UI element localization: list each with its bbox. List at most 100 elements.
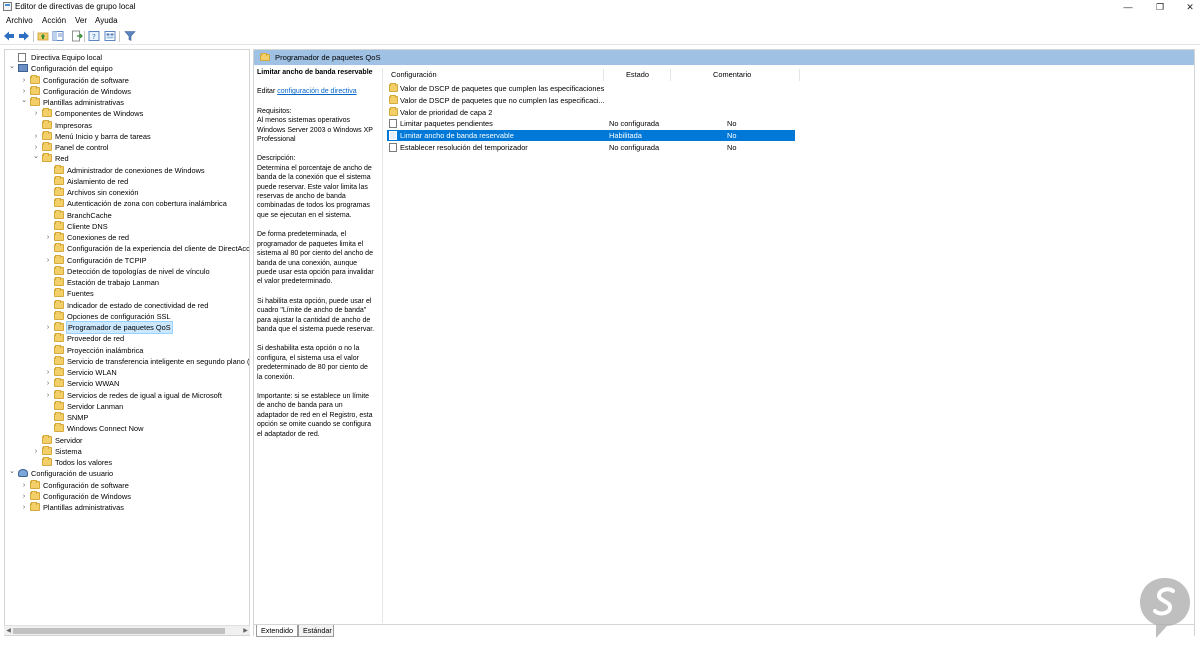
tree-item[interactable]: › Configuración de TCPIP [5,254,249,266]
setting-row[interactable]: Limitar paquetes pendientes No configurad… [387,118,795,129]
tree-item[interactable]: Autenticación de zona con cobertura inal… [5,198,249,209]
setting-row[interactable]: Establecer resolución del temporizador No… [387,142,795,153]
chevron-right-icon[interactable]: › [32,446,40,457]
folder-icon [30,490,40,500]
up-folder-icon[interactable] [37,30,49,42]
tree-item[interactable]: Servidor [5,434,249,446]
tree-item[interactable]: SNMP [5,412,249,423]
tree-item[interactable]: › Programador de paquetes QoS [5,321,249,334]
column-header-state[interactable]: Estado [626,68,649,81]
folder-icon [54,355,64,365]
tree-item[interactable]: Opciones de configuración SSL [5,310,249,322]
tree-item[interactable]: › Conexiones de red [5,232,249,243]
tree-item[interactable]: › Configuración de Windows [5,490,249,502]
computer-icon [18,64,28,73]
tree-item[interactable]: BranchCache [5,209,249,221]
tree-item-label: Servicio WWAN [67,379,120,389]
menu-ver[interactable]: Ver [75,16,87,25]
chevron-right-icon[interactable]: › [32,108,40,119]
tree-item[interactable]: › Servicios de redes de igual a igual de … [5,389,249,401]
tree-item-label: Servicio WLAN [67,368,117,377]
scrollbar-thumb[interactable] [13,628,225,634]
tree-item[interactable]: Proyección inalámbrica [5,344,249,356]
details-pane: Programador de paquetes QoS Limitar anch… [253,49,1195,637]
tree-item[interactable]: Servicio de transferencia inteligente en… [5,355,249,367]
tree-item[interactable]: › Menú Inicio y barra de tareas [5,130,249,142]
tree-item[interactable]: Aislamiento de red [5,175,249,187]
tree-item[interactable]: Servidor Lanman [5,400,249,412]
chevron-down-icon[interactable]: ⌄ [32,151,40,162]
tree-item[interactable]: › Configuración de software [5,479,249,491]
setting-name: Limitar paquetes pendientes [400,119,493,129]
column-header-comment[interactable]: Comentario [713,68,751,81]
tree-item-label: Menú Inicio y barra de tareas [55,131,151,141]
chevron-right-icon[interactable]: › [44,255,52,266]
properties-icon[interactable] [104,30,116,42]
chevron-right-icon[interactable]: › [20,480,28,491]
tree-item[interactable]: Windows Connect Now [5,423,249,434]
chevron-down-icon[interactable]: ⌄ [8,466,16,477]
tree-item[interactable]: Detección de topologías de nivel de vínc… [5,265,249,277]
filter-icon[interactable] [124,30,136,42]
show-hide-tree-icon[interactable] [52,30,64,42]
export-list-icon[interactable] [71,30,83,42]
tree-item[interactable]: Estación de trabajo Lanman [5,277,249,288]
chevron-right-icon[interactable]: › [44,322,52,333]
setting-row[interactable]: Valor de prioridad de capa 2 [387,106,795,118]
tree-item[interactable]: Todos los valores [5,457,249,468]
minimize-button[interactable]: — [1113,0,1143,14]
description-line: banda de una conexión, aunque [257,259,358,267]
forward-arrow-icon[interactable] [18,30,30,42]
tree-item[interactable]: Indicador de estado de conectividad de r… [5,299,249,311]
help-icon[interactable]: ? [88,30,100,42]
tree-item[interactable]: ⌄ Plantillas administrativas [5,97,249,108]
chevron-down-icon[interactable]: ⌄ [8,61,16,72]
chevron-right-icon[interactable]: › [44,390,52,401]
setting-row[interactable]: Valor de DSCP de paquetes que cumplen la… [387,83,795,94]
tree-item[interactable]: › Configuración de Windows [5,85,249,97]
chevron-right-icon[interactable]: › [44,378,52,389]
chevron-right-icon[interactable]: › [20,502,28,513]
tree-item[interactable]: ⌄ Red [5,153,249,164]
setting-row[interactable]: Limitar ancho de banda reservable Habilit… [387,130,795,142]
tree-item[interactable]: Fuentes [5,288,249,299]
tree-item[interactable]: › Servicio WWAN [5,378,249,389]
back-arrow-icon[interactable] [3,30,15,42]
tab-estandar[interactable]: Estándar [298,625,334,637]
tree-item[interactable]: Archivos sin conexión [5,187,249,198]
policy-tree[interactable]: Directiva Equipo local ⌄ Configuración del… [4,49,250,636]
chevron-right-icon[interactable]: › [32,131,40,142]
tree-item[interactable]: Impresoras [5,119,249,131]
menu-accion[interactable]: Acción [42,16,66,25]
chevron-right-icon[interactable]: › [44,367,52,378]
scroll-right-icon[interactable]: ▶ [241,626,250,636]
tree-item[interactable]: › Configuración de software [5,74,249,86]
menu-ayuda[interactable]: Ayuda [95,16,118,25]
chevron-right-icon[interactable]: › [20,75,28,86]
tree-item[interactable]: Cliente DNS [5,220,249,232]
maximize-button[interactable]: ❐ [1145,0,1175,14]
tab-extendido[interactable]: Extendido [256,625,298,637]
tree-item[interactable]: › Panel de control [5,142,249,153]
tree-item[interactable]: › Servicio WLAN [5,367,249,378]
tree-item[interactable]: Directiva Equipo local [5,52,249,63]
chevron-right-icon[interactable]: › [44,232,52,243]
tree-item[interactable]: ⌄ Configuración de usuario [5,468,249,479]
tree-item[interactable]: › Sistema [5,445,249,457]
tree-item[interactable]: › Componentes de Windows [5,108,249,119]
tree-horizontal-scrollbar[interactable]: ◀ ▶ [4,625,250,635]
tree-item[interactable]: Configuración de la experiencia del clie… [5,243,249,254]
close-button[interactable]: ✕ [1175,0,1200,14]
column-header-config[interactable]: Configuración [391,68,437,81]
description-line: Determina el porcentaje de ancho de [257,164,372,172]
tree-item[interactable]: ⌄ Configuración del equipo [5,63,249,74]
menu-archivo[interactable]: Archivo [6,16,33,25]
scroll-left-icon[interactable]: ◀ [4,626,13,636]
edit-policy-link[interactable]: configuración de directiva [277,88,356,95]
setting-row[interactable]: Valor de DSCP de paquetes que no cumplen… [387,94,795,106]
chevron-right-icon[interactable]: › [20,491,28,502]
chevron-down-icon[interactable]: ⌄ [20,95,28,106]
tree-item[interactable]: Proveedor de red [5,333,249,344]
tree-item[interactable]: Administrador de conexiones de Windows [5,164,249,176]
tree-item[interactable]: › Plantillas administrativas [5,502,249,513]
